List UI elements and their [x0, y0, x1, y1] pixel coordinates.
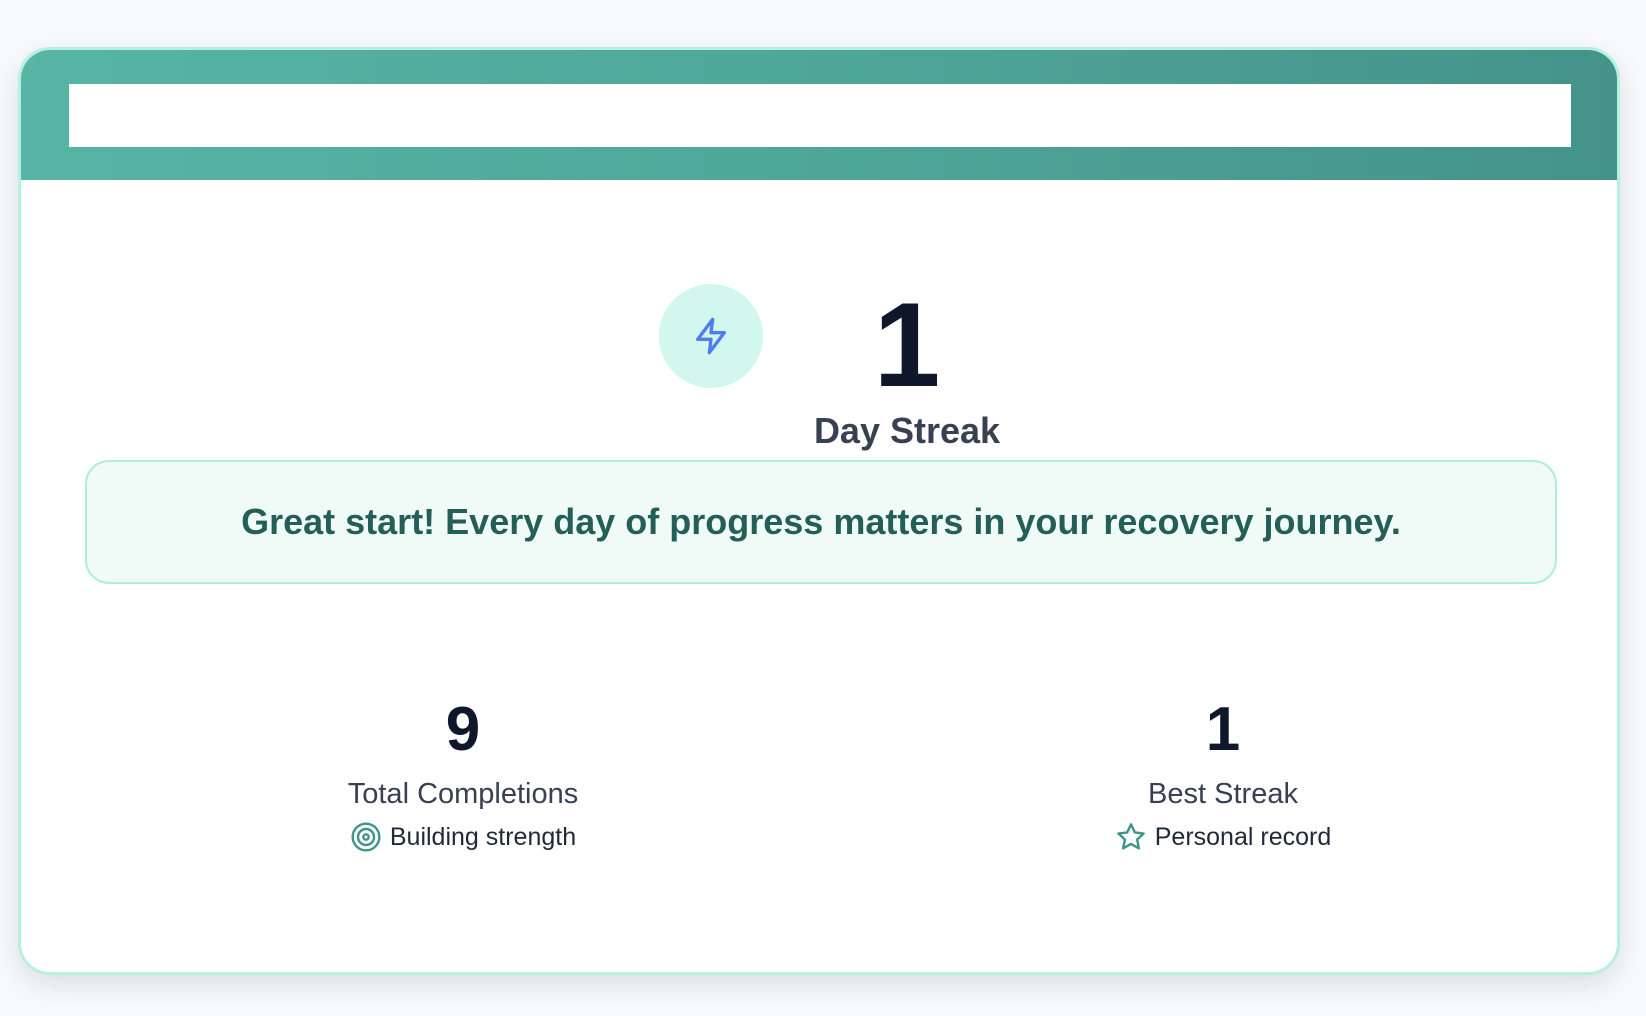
stat-value: 9 [445, 695, 481, 764]
header-title-bar [69, 84, 1571, 147]
target-icon [351, 822, 381, 852]
stat-label: Best Streak [1148, 778, 1298, 810]
lightning-icon [696, 317, 726, 355]
stat-subtext: Building strength [213, 821, 713, 853]
motivation-text: Great start! Every day of progress matte… [241, 501, 1401, 542]
stat-label: Total Completions [347, 778, 579, 810]
streak-label: Day Streak [813, 410, 1001, 451]
stat-value: 1 [1205, 695, 1241, 764]
stat-subtext-label: Personal record [1154, 823, 1332, 851]
stat-subtext: Personal record [973, 821, 1473, 853]
stat-total-completions: 9 Total Completions Building strength [213, 695, 713, 853]
stat-best-streak: 1 Best Streak Personal record [973, 695, 1473, 853]
streak-card: 1 Day Streak Great start! Every day of p… [18, 47, 1620, 975]
star-icon [1116, 823, 1145, 850]
stat-subtext-label: Building strength [389, 823, 577, 851]
motivation-banner: Great start! Every day of progress matte… [85, 460, 1557, 584]
streak-icon-badge [659, 284, 763, 388]
card-header [21, 50, 1617, 180]
streak-count: 1 [873, 278, 941, 412]
